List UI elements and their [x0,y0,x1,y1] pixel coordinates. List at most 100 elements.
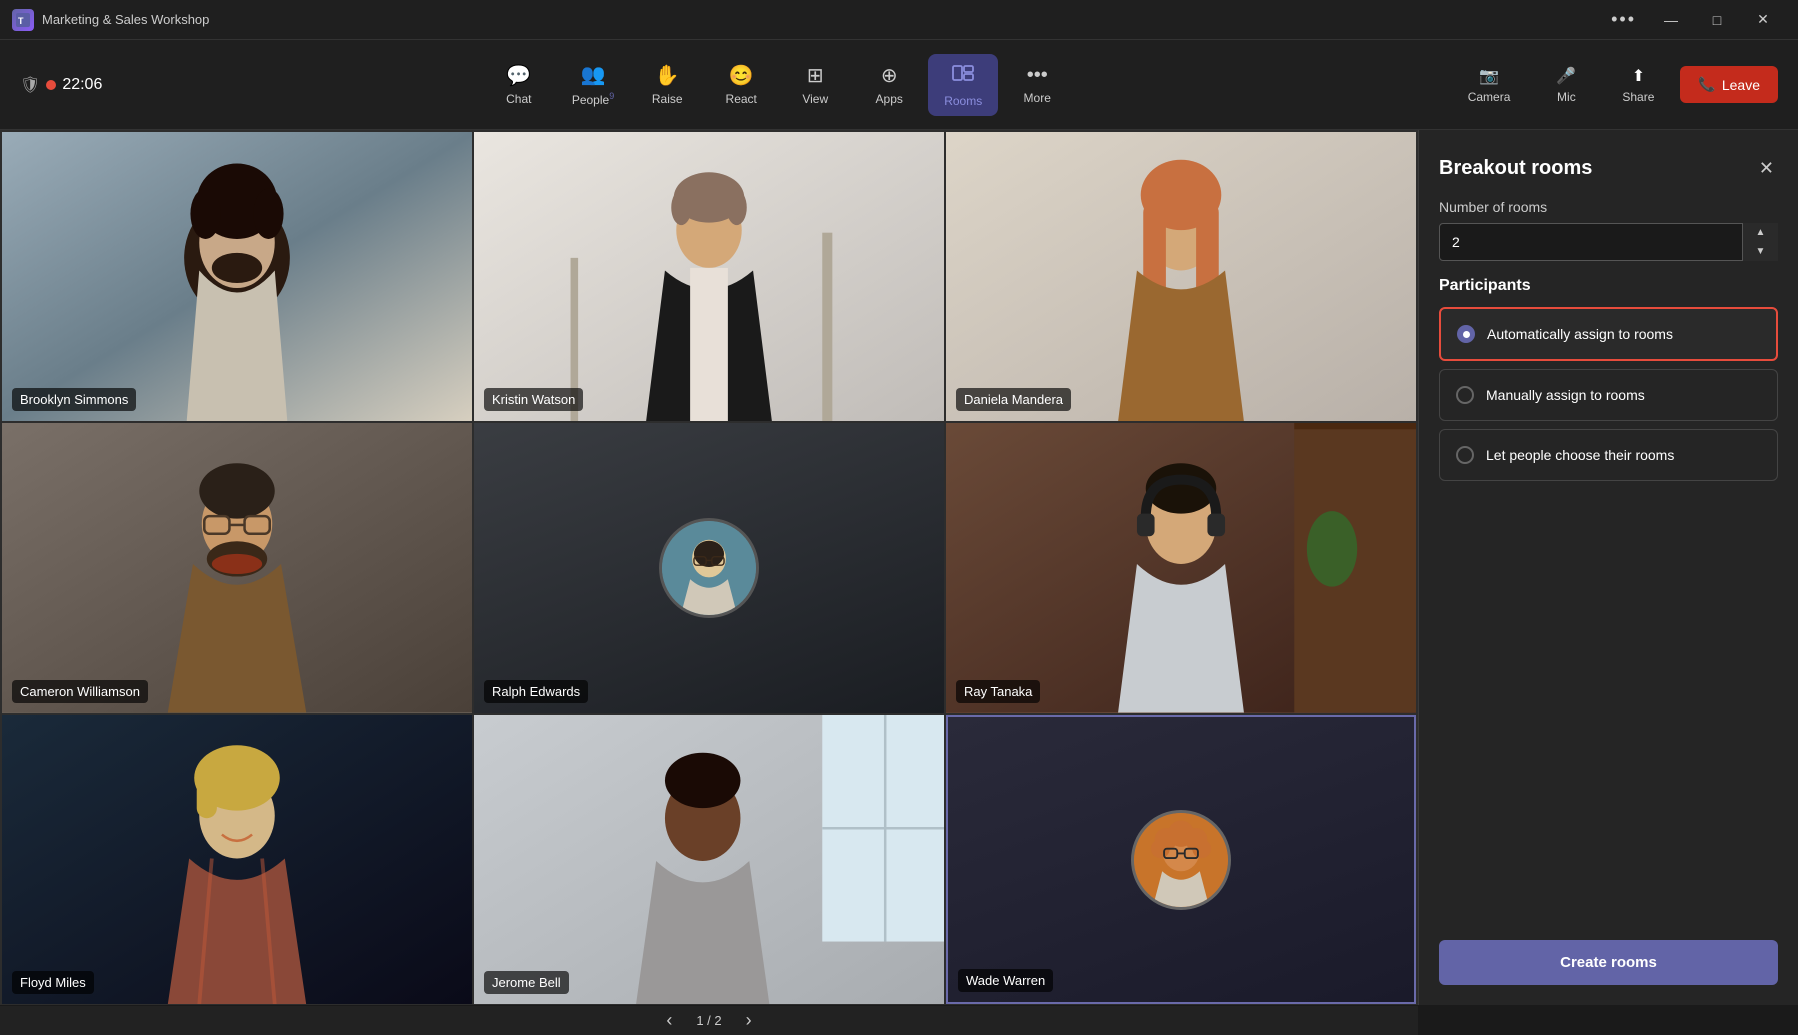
auto-assign-radio[interactable] [1457,325,1475,343]
rooms-number-input[interactable] [1439,223,1778,261]
rooms-count-section: Number of rooms ▲ ▼ [1439,199,1778,261]
app-icon: T [12,9,34,31]
next-page-button[interactable]: › [738,1006,760,1035]
main-content: Brooklyn Simmons [0,130,1798,1005]
video-cell-ray: Ray Tanaka [946,423,1416,712]
nav-people[interactable]: 👥 People9 [558,54,628,115]
page-info: 1 / 2 [696,1013,721,1028]
camera-icon: 📷 [1479,66,1499,86]
video-cell-kristin: Kristin Watson [474,132,944,421]
nav-raise[interactable]: ✋ Raise [632,55,702,114]
breakout-panel: Breakout rooms ✕ Number of rooms ▲ ▼ Par… [1418,130,1798,1005]
panel-header: Breakout rooms ✕ [1419,130,1798,199]
video-cell-cameron: Cameron Williamson [2,423,472,712]
decrement-button[interactable]: ▼ [1743,242,1778,261]
chat-icon: 💬 [506,63,531,88]
name-floyd: Floyd Miles [12,971,94,994]
participants-section: Participants Automatically assign to roo… [1439,277,1778,489]
nav-view[interactable]: ⊞ View [780,55,850,114]
prev-page-button[interactable]: ‹ [658,1006,680,1035]
manual-assign-label: Manually assign to rooms [1486,387,1645,403]
name-jerome: Jerome Bell [484,971,569,994]
name-ray: Ray Tanaka [956,680,1040,703]
nav-chat[interactable]: 💬 Chat [484,55,554,114]
title-bar: T Marketing & Sales Workshop ••• — □ ✕ [0,0,1798,40]
auto-assign-option[interactable]: Automatically assign to rooms [1439,307,1778,361]
grid-pagination: ‹ 1 / 2 › [0,1006,1418,1035]
name-ralph: Ralph Edwards [484,680,588,703]
rooms-icon [952,62,974,90]
mic-action[interactable]: 🎤 Mic [1536,58,1596,112]
camera-label: Camera [1468,90,1511,104]
video-cell-jerome: Jerome Bell [474,715,944,1004]
title-bar-left: T Marketing & Sales Workshop [12,9,209,31]
maximize-button[interactable]: □ [1694,4,1740,36]
mic-label: Mic [1557,90,1576,104]
auto-assign-label: Automatically assign to rooms [1487,326,1673,342]
camera-action[interactable]: 📷 Camera [1454,58,1525,112]
leave-label: Leave [1722,77,1760,93]
share-icon: ⬆ [1632,66,1645,86]
toolbar-nav: 💬 Chat 👥 People9 ✋ Raise 😊 React ⊞ View … [484,54,1072,116]
nav-apps[interactable]: ⊕ Apps [854,55,924,114]
window-dots[interactable]: ••• [1611,9,1636,30]
video-cell-floyd: Floyd Miles [2,715,472,1004]
video-cell-daniela: Daniela Mandera [946,132,1416,421]
nav-more[interactable]: ••• More [1002,56,1072,113]
rooms-number-wrapper: ▲ ▼ [1439,223,1778,261]
raise-label: Raise [652,92,683,106]
people-icon: 👥 [581,62,606,87]
recording-indicator: 🛡 22:06 [20,75,102,95]
name-cameron: Cameron Williamson [12,680,148,703]
close-button[interactable]: ✕ [1740,4,1786,36]
name-kristin: Kristin Watson [484,388,583,411]
video-grid-area: Brooklyn Simmons [0,130,1418,1005]
apps-label: Apps [876,92,903,106]
choose-radio[interactable] [1456,446,1474,464]
name-daniela: Daniela Mandera [956,388,1071,411]
chat-label: Chat [506,92,531,106]
more-icon: ••• [1027,64,1048,87]
rooms-label: Rooms [944,94,982,108]
video-cell-brooklyn: Brooklyn Simmons [2,132,472,421]
choose-label: Let people choose their rooms [1486,447,1674,463]
recording-dot [46,80,56,90]
name-brooklyn: Brooklyn Simmons [12,388,136,411]
react-label: React [726,92,757,106]
manual-assign-option[interactable]: Manually assign to rooms [1439,369,1778,421]
phone-icon: 📞 [1698,76,1715,93]
toolbar-left: 🛡 22:06 [20,75,102,95]
nav-rooms[interactable]: Rooms [928,54,998,116]
panel-title: Breakout rooms [1439,157,1592,180]
panel-close-button[interactable]: ✕ [1755,154,1778,183]
video-cell-wade: Wade Warren [946,715,1416,1004]
create-rooms-button[interactable]: Create rooms [1439,940,1778,985]
choose-option[interactable]: Let people choose their rooms [1439,429,1778,481]
react-icon: 😊 [729,63,754,88]
share-action[interactable]: ⬆ Share [1608,58,1668,112]
number-arrows: ▲ ▼ [1742,223,1778,261]
raise-icon: ✋ [655,63,680,88]
minimize-button[interactable]: — [1648,4,1694,36]
mic-icon: 🎤 [1556,66,1576,86]
shield-icon: 🛡 [20,75,40,95]
manual-assign-radio[interactable] [1456,386,1474,404]
increment-button[interactable]: ▲ [1743,223,1778,242]
share-label: Share [1622,90,1654,104]
more-label: More [1024,91,1051,105]
view-label: View [802,92,828,106]
meeting-timer: 22:06 [62,76,102,94]
toolbar: 🛡 22:06 💬 Chat 👥 People9 ✋ Raise 😊 React… [0,40,1798,130]
participants-label: Participants [1439,277,1778,295]
leave-button[interactable]: 📞 Leave [1680,66,1778,103]
people-label: People9 [572,91,614,107]
toolbar-right: 📷 Camera 🎤 Mic ⬆ Share 📞 Leave [1454,58,1778,112]
number-of-rooms-label: Number of rooms [1439,199,1778,215]
video-grid: Brooklyn Simmons [0,130,1418,1006]
nav-react[interactable]: 😊 React [706,55,776,114]
spacer [1439,505,1778,924]
view-icon: ⊞ [807,63,824,88]
apps-icon: ⊕ [881,63,898,88]
name-wade: Wade Warren [958,969,1053,992]
panel-body: Number of rooms ▲ ▼ Participants Automat… [1419,199,1798,1005]
